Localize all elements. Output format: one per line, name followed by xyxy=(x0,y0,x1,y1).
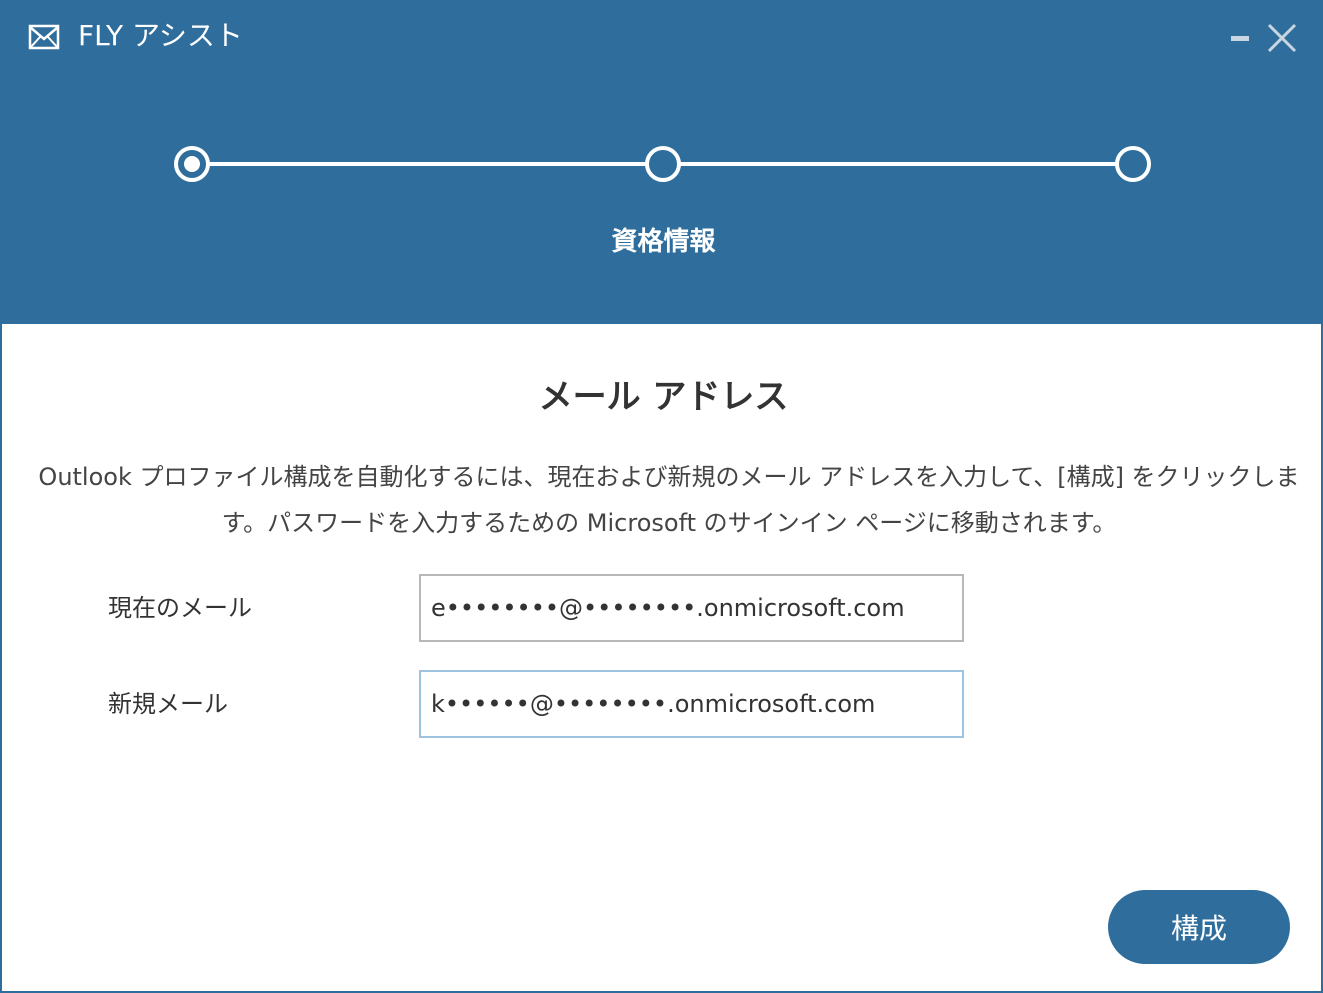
close-button[interactable] xyxy=(1264,20,1300,56)
current-email-label: 現在のメール xyxy=(108,594,252,622)
progress-stepper xyxy=(2,132,1321,202)
new-email-label: 新規メール xyxy=(108,690,228,718)
fly-assist-window: FLY アシスト 資格情報 メール アドレス Outlook プロファイル構成を… xyxy=(0,0,1323,993)
envelope-icon xyxy=(28,24,60,50)
close-icon xyxy=(1267,23,1297,53)
title-bar: FLY アシスト xyxy=(2,2,1321,72)
current-step-label: 資格情報 xyxy=(611,227,716,257)
step-connector xyxy=(209,162,649,166)
current-email-input[interactable] xyxy=(419,574,964,642)
step-1-indicator xyxy=(174,146,210,182)
configure-button[interactable]: 構成 xyxy=(1108,890,1290,964)
active-step-dot xyxy=(184,156,200,172)
minimize-icon xyxy=(1231,36,1249,41)
new-email-input[interactable] xyxy=(419,670,964,738)
step-connector xyxy=(680,162,1120,166)
form-description: Outlook プロファイル構成を自動化するには、現在および新規のメール アドレ… xyxy=(38,463,1300,537)
header-banner: FLY アシスト 資格情報 xyxy=(2,2,1321,324)
step-2-indicator xyxy=(645,146,681,182)
step-3-indicator xyxy=(1115,146,1151,182)
form-title: メール アドレス xyxy=(538,377,789,417)
minimize-button[interactable] xyxy=(1222,20,1258,56)
app-title: FLY アシスト xyxy=(78,19,243,52)
